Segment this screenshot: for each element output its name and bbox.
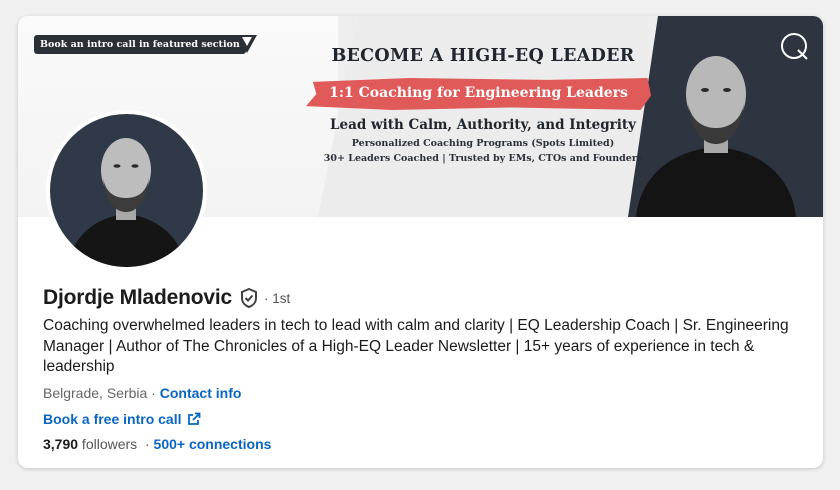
banner-portrait: [636, 56, 796, 217]
avatar[interactable]: [46, 110, 207, 271]
profile-card: Book an intro call in featured section B…: [18, 16, 823, 468]
contact-info-link[interactable]: Contact info: [160, 385, 242, 401]
external-link-icon: [187, 412, 201, 426]
connections-link[interactable]: 500+ connections: [154, 436, 272, 452]
avatar-portrait: [68, 138, 185, 267]
banner-ribbon-text: 1:1 Coaching for Engineering Leaders: [329, 85, 628, 101]
banner-line-2: 30+ Leaders Coached | Trusted by EMs, CT…: [323, 153, 643, 164]
banner-line-1: Personalized Coaching Programs (Spots Li…: [351, 138, 615, 149]
featured-chip: Book an intro call in featured section: [34, 35, 246, 54]
stats-row: 3,790 followers · 500+ connections: [43, 436, 271, 452]
name-row: Djordje Mladenovic · 1st: [43, 286, 290, 310]
verified-shield-icon[interactable]: [240, 288, 258, 308]
location-separator: ·: [147, 385, 160, 401]
chevron-down-icon: [237, 35, 257, 53]
location-row: Belgrade, Serbia · Contact info: [43, 385, 241, 401]
followers-count: 3,790: [43, 436, 79, 452]
intro-link-label: Book a free intro call: [43, 411, 182, 427]
banner-subtitle: Lead with Calm, Authority, and Integrity: [330, 117, 636, 133]
connection-degree: · 1st: [263, 290, 291, 306]
location-text: Belgrade, Serbia: [43, 385, 148, 401]
book-intro-call-link[interactable]: Book a free intro call: [43, 411, 201, 427]
followers-label: followers: [78, 436, 138, 452]
stats-separator: ·: [137, 436, 154, 452]
profile-headline: Coaching overwhelmed leaders in tech to …: [43, 317, 789, 375]
banner-title: BECOME A HIGH-EQ LEADER: [331, 46, 635, 66]
profile-name: Djordje Mladenovic: [43, 286, 232, 309]
